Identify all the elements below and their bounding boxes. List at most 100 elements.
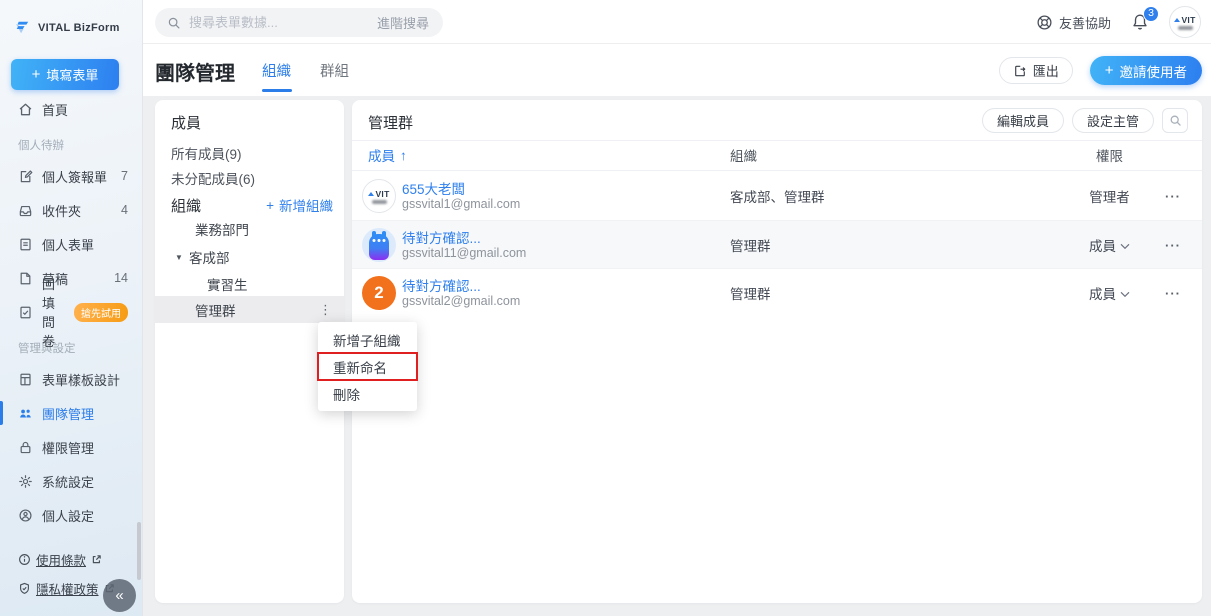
sidebar-item-label: 收件夾 xyxy=(42,201,81,220)
robot-avatar-icon xyxy=(362,228,396,262)
kebab-vertical-icon[interactable]: ⋮ xyxy=(319,302,344,318)
set-manager-button[interactable]: 設定主管 xyxy=(1072,108,1154,133)
table-header-row: 成員 ↑ 組織 權限 xyxy=(352,140,1202,170)
export-icon xyxy=(1013,64,1027,78)
tree-item-sales-dept[interactable]: 業務部門 xyxy=(155,216,344,242)
sidebar-item-label: 團隊管理 xyxy=(42,404,94,423)
item-count: 7 xyxy=(121,169,128,183)
column-header-member[interactable]: 成員 ↑ xyxy=(368,140,407,170)
fill-form-button[interactable]: + 填寫表單 xyxy=(11,59,119,90)
brand-logo-icon xyxy=(13,18,32,37)
tab-groups[interactable]: 群組 xyxy=(320,56,349,85)
member-table-panel: 管理群 編輯成員 設定主管 成員 ↑ 組織 權限 xyxy=(352,100,1202,603)
add-organization-label: 新增組織 xyxy=(279,195,333,215)
permission-value: 成員 xyxy=(1089,235,1116,255)
sidebar-item-system-settings[interactable]: 系統設定 xyxy=(0,464,142,498)
tree-expand-arrow-icon[interactable]: ▼ xyxy=(175,253,189,262)
terms-of-use-link[interactable]: 使用條款 xyxy=(18,550,115,569)
sidebar-item-team-management[interactable]: 團隊管理 xyxy=(0,396,142,430)
page-title: 團隊管理 xyxy=(155,57,235,86)
friendly-help-button[interactable]: 友善協助 xyxy=(1036,13,1111,32)
sidebar-section-admin: 管理與設定 xyxy=(0,329,142,362)
export-label: 匯出 xyxy=(1033,61,1059,80)
all-members-item[interactable]: 所有成員(9) xyxy=(155,140,344,165)
lock-icon xyxy=(18,440,33,455)
column-label: 成員 xyxy=(368,145,395,165)
menu-item-add-sub-org[interactable]: 新增子組織 xyxy=(318,326,417,353)
kebab-horizontal-icon[interactable]: ··· xyxy=(1153,221,1193,269)
tree-item-customer-success[interactable]: ▼ 客成部 xyxy=(155,244,344,270)
export-button[interactable]: 匯出 xyxy=(999,57,1073,84)
tree-item-label: 客成部 xyxy=(189,247,230,267)
survey-check-icon xyxy=(18,305,33,320)
sidebar-item-label: 系統設定 xyxy=(42,472,94,491)
search-icon xyxy=(167,16,181,30)
notifications-button[interactable]: 3 xyxy=(1131,13,1149,32)
tree-item-admin-group[interactable]: 管理群 ⋮ xyxy=(155,296,344,323)
unassigned-members-item[interactable]: 未分配成員(6) xyxy=(155,165,344,190)
avatar-logo-smudge xyxy=(372,200,387,204)
sidebar-item-surveys[interactable]: 回填問卷 搶先試用 xyxy=(0,295,142,329)
sidebar-collapse-button[interactable]: « xyxy=(103,579,136,612)
table-actions: 編輯成員 設定主管 xyxy=(982,108,1188,133)
avatar-logo-text: VIT xyxy=(1174,15,1195,25)
tree-item-label: 實習生 xyxy=(207,274,248,294)
brand-name: VITAL BizForm xyxy=(38,22,120,34)
sidebar-item-label: 權限管理 xyxy=(42,438,94,457)
tree-item-interns[interactable]: 實習生 xyxy=(155,271,344,297)
menu-item-rename[interactable]: 重新命名 xyxy=(318,353,417,380)
table-title: 管理群 xyxy=(368,112,413,133)
item-count: 14 xyxy=(114,271,128,285)
invite-user-button[interactable]: + 邀請使用者 xyxy=(1090,56,1202,85)
search-input[interactable] xyxy=(189,15,369,30)
member-name-link[interactable]: 待對方確認... xyxy=(402,227,481,247)
sidebar-scrollbar[interactable] xyxy=(137,522,141,580)
member-name-link[interactable]: 待對方確認... xyxy=(402,275,481,295)
fill-form-label: 填寫表單 xyxy=(46,65,98,84)
sidebar-item-template-design[interactable]: 表單樣板設計 xyxy=(0,362,142,396)
item-count: 4 xyxy=(121,203,128,217)
kebab-horizontal-icon[interactable]: ··· xyxy=(1153,269,1193,317)
avatar-logo-text: VIT xyxy=(368,189,389,199)
number-avatar: 2 xyxy=(362,276,396,310)
table-row: 待對方確認... gssvital11@gmail.com 管理群 成員 ··· xyxy=(352,220,1202,268)
avatar: 2 xyxy=(362,276,396,310)
column-header-permission: 權限 xyxy=(1062,140,1157,170)
sign-document-icon xyxy=(18,169,33,184)
advanced-search-link[interactable]: 進階搜尋 xyxy=(377,13,429,32)
plus-icon: + xyxy=(32,67,41,82)
members-header: 成員 xyxy=(171,112,201,133)
person-circle-icon xyxy=(18,508,33,523)
menu-item-delete[interactable]: 刪除 xyxy=(318,380,417,407)
sidebar-item-inbox[interactable]: 收件夾 4 xyxy=(0,193,142,227)
sidebar-section-personal: 個人待辦 xyxy=(0,126,142,159)
member-permission-dropdown[interactable]: 成員 xyxy=(1062,221,1157,269)
shield-icon xyxy=(18,582,31,595)
edit-members-button[interactable]: 編輯成員 xyxy=(982,108,1064,133)
sort-ascending-icon: ↑ xyxy=(400,148,407,163)
table-search-button[interactable] xyxy=(1162,108,1188,133)
member-name-link[interactable]: 655大老闆 xyxy=(402,178,465,198)
sidebar-item-label: 首頁 xyxy=(42,100,68,119)
add-organization-button[interactable]: + 新增組織 xyxy=(266,195,333,215)
member-organization: 管理群 xyxy=(730,269,771,317)
content: 成員 所有成員(9) 未分配成員(6) 組織 + 新增組織 業務部門 ▼ 客成部… xyxy=(143,96,1211,616)
avatar: VIT xyxy=(362,179,396,213)
template-icon xyxy=(18,372,33,387)
privacy-policy-link[interactable]: 隱私權政策 xyxy=(18,579,115,598)
tab-organization[interactable]: 組織 xyxy=(262,56,291,85)
home-icon xyxy=(18,102,33,117)
kebab-horizontal-icon[interactable]: ··· xyxy=(1153,172,1193,220)
org-header: 組織 xyxy=(171,195,201,216)
sidebar-item-personal-settings[interactable]: 個人設定 xyxy=(0,498,142,532)
sidebar-item-personal-sign-forms[interactable]: 個人簽報單 7 xyxy=(0,159,142,193)
chevron-down-icon xyxy=(1120,291,1130,298)
sidebar-item-home[interactable]: 首頁 xyxy=(0,92,142,126)
notification-badge: 3 xyxy=(1143,6,1159,22)
sidebar-item-permission-management[interactable]: 權限管理 xyxy=(0,430,142,464)
member-permission-dropdown[interactable]: 成員 xyxy=(1062,269,1157,317)
sidebar-item-personal-forms[interactable]: 個人表單 xyxy=(0,227,142,261)
sidebar-item-drafts[interactable]: 草稿 14 xyxy=(0,261,142,295)
plus-icon: + xyxy=(266,198,274,213)
user-avatar[interactable]: VIT xyxy=(1169,6,1201,38)
